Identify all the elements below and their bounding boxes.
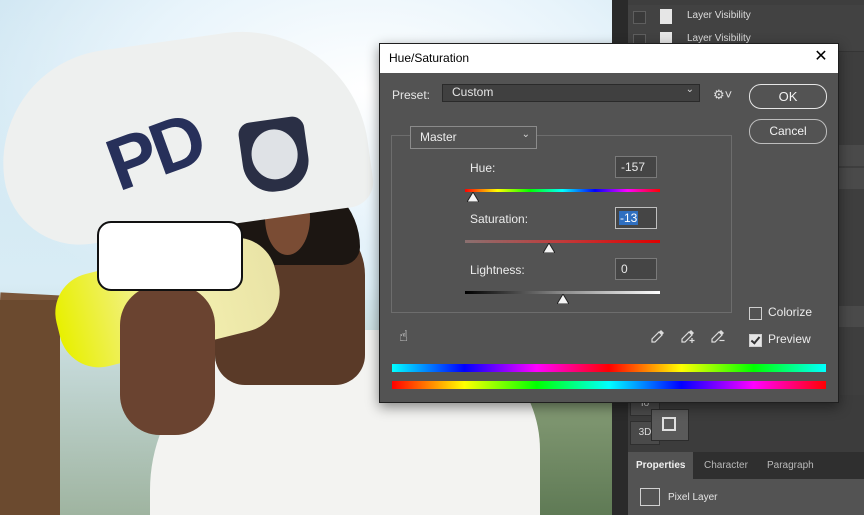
hue-input[interactable]: -157 — [615, 156, 657, 178]
panel-tabs: Properties Character Paragraph — [628, 452, 864, 479]
visibility-toggle[interactable] — [633, 11, 646, 24]
photo-fence-post — [0, 300, 60, 515]
adjusted-spectrum-bar — [392, 364, 826, 372]
lightness-label: Lightness: — [470, 263, 525, 277]
saturation-slider-track[interactable] — [465, 240, 660, 243]
photo-hand — [120, 285, 215, 435]
lightness-input[interactable]: 0 — [615, 258, 657, 280]
channel-value: Master — [420, 130, 457, 144]
colorize-label: Colorize — [768, 305, 813, 319]
pixel-layer-icon — [640, 488, 660, 506]
dialog-title: Hue/Saturation — [389, 51, 470, 65]
property-label: Pixel Layer — [668, 492, 718, 503]
original-spectrum-bar[interactable] — [392, 381, 826, 389]
redaction-box — [97, 221, 243, 291]
tab-paragraph[interactable]: Paragraph — [759, 452, 822, 479]
lightness-value: 0 — [621, 262, 628, 276]
preset-label: Preset: — [392, 88, 431, 102]
eyedropper-plus-icon[interactable] — [680, 328, 696, 344]
layer-row[interactable]: Layer Visibility — [628, 5, 864, 29]
ok-button[interactable]: OK — [749, 84, 827, 109]
gear-icon[interactable]: ⚙˅ — [713, 87, 732, 103]
eyedropper-minus-icon[interactable] — [710, 328, 726, 344]
tab-properties[interactable]: Properties — [628, 452, 694, 479]
chevron-down-icon: ⌄ — [685, 84, 694, 95]
preview-label: Preview — [768, 332, 811, 346]
document-icon — [660, 9, 672, 24]
eyedropper-icon[interactable] — [650, 328, 666, 344]
tab-character[interactable]: Character — [696, 452, 756, 479]
grid-icon[interactable] — [651, 409, 689, 441]
chevron-down-icon: ⌄ — [521, 129, 530, 140]
cap-badge — [237, 115, 313, 196]
cancel-button[interactable]: Cancel — [749, 119, 827, 144]
saturation-value: -13 — [619, 211, 639, 225]
hue-slider-track[interactable] — [465, 189, 660, 192]
preview-checkbox[interactable] — [749, 334, 762, 347]
colorize-checkbox[interactable] — [749, 307, 762, 320]
close-icon[interactable]: ✕ — [812, 48, 830, 66]
hue-label: Hue: — [470, 161, 496, 175]
preset-value: Custom — [452, 85, 494, 99]
dialog-titlebar[interactable]: Hue/Saturation ✕ — [380, 44, 838, 73]
hue-saturation-dialog: Hue/Saturation ✕ Preset: Custom ⌄ ⚙˅ OK … — [379, 43, 839, 403]
preset-dropdown[interactable]: Custom ⌄ — [442, 84, 700, 102]
hand-target-icon[interactable]: ☝ — [399, 327, 408, 345]
properties-panel: Pixel Layer — [628, 479, 864, 515]
cap-logo: PD — [95, 96, 214, 207]
hue-value: -157 — [621, 160, 646, 174]
layer-label: Layer Visibility — [687, 10, 751, 21]
saturation-input[interactable]: -13 — [615, 207, 657, 229]
saturation-label: Saturation: — [470, 212, 529, 226]
channel-dropdown[interactable]: Master ⌄ — [410, 126, 537, 149]
adjustment-group — [391, 135, 732, 313]
